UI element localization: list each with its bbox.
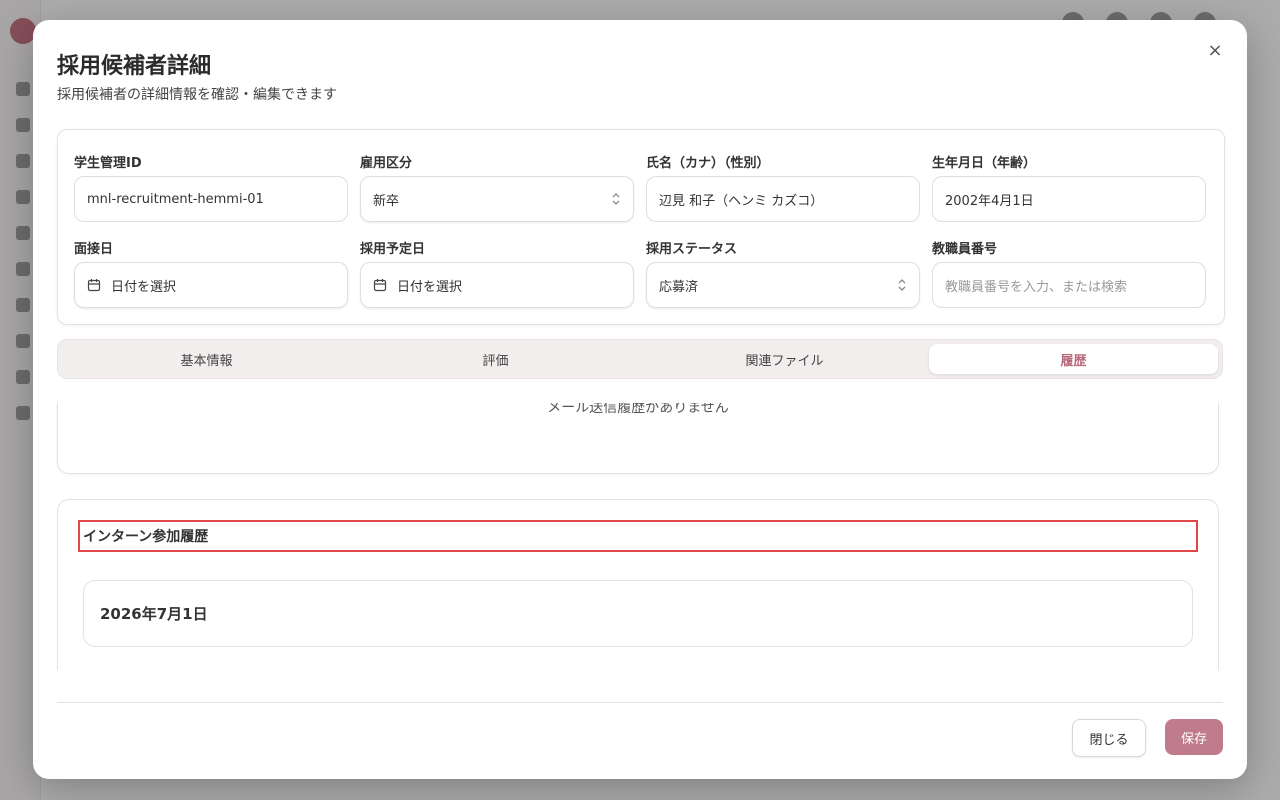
intern-history-date: 2026年7月1日 [100, 605, 208, 623]
tab-history[interactable]: 履歴 [929, 344, 1218, 374]
interview-date-label: 面接日 [74, 242, 114, 257]
student-id-field: 学生管理ID mnl-recruitment-hemmi-01 [74, 152, 348, 222]
name-value: 辺見 和子（ヘンミ カズコ） [659, 193, 824, 209]
close-button[interactable]: 閉じる [1072, 719, 1146, 757]
name-input[interactable]: 辺見 和子（ヘンミ カズコ） [646, 176, 920, 222]
staff-number-field: 教職員番号 教職員番号を入力、または検索 [932, 238, 1206, 308]
employment-type-value: 新卒 [373, 193, 400, 209]
hiring-status-select[interactable]: 応募済 [646, 262, 920, 308]
student-id-label: 学生管理ID [74, 156, 142, 171]
birthdate-field: 生年月日（年齢） 2002年4月1日 [932, 152, 1206, 222]
tab-basic-info[interactable]: 基本情報 [62, 344, 351, 374]
close-icon[interactable]: × [1203, 38, 1227, 62]
modal-description: 採用候補者の詳細情報を確認・編集できます [57, 87, 337, 103]
intern-history-title: インターン参加履歴 [78, 520, 1198, 552]
candidate-form-card: 学生管理ID mnl-recruitment-hemmi-01 雇用区分 新卒 … [57, 129, 1225, 325]
birthdate-value: 2002年4月1日 [945, 193, 1034, 209]
name-field: 氏名（カナ）（性別） 辺見 和子（ヘンミ カズコ） [646, 152, 920, 222]
birthdate-input[interactable]: 2002年4月1日 [932, 176, 1206, 222]
candidate-detail-modal: × 採用候補者詳細 採用候補者の詳細情報を確認・編集できます 学生管理ID mn… [33, 20, 1247, 779]
planned-hire-date-placeholder: 日付を選択 [397, 279, 463, 295]
calendar-icon [87, 279, 101, 292]
staff-number-label: 教職員番号 [932, 242, 998, 257]
mail-history-empty-text: メール送信履歴がありません [547, 403, 729, 416]
tab-related-files[interactable]: 関連ファイル [640, 344, 929, 374]
student-id-value: mnl-recruitment-hemmi-01 [87, 191, 264, 207]
detail-tabs: 基本情報 評価 関連ファイル 履歴 [57, 339, 1223, 379]
planned-hire-date-field: 採用予定日 日付を選択 [360, 238, 634, 308]
hiring-status-field: 採用ステータス 応募済 [646, 238, 920, 308]
interview-date-placeholder: 日付を選択 [111, 279, 177, 295]
intern-history-card: インターン参加履歴 2026年7月1日 [57, 499, 1219, 670]
hiring-status-label: 採用ステータス [646, 242, 738, 257]
staff-number-placeholder: 教職員番号を入力、または検索 [945, 279, 1128, 295]
employment-type-label: 雇用区分 [360, 156, 413, 171]
mail-history-card: メール送信履歴がありません [57, 403, 1219, 474]
name-label: 氏名（カナ）（性別） [646, 156, 770, 171]
hiring-status-value: 応募済 [659, 279, 699, 295]
student-id-input[interactable]: mnl-recruitment-hemmi-01 [74, 176, 348, 222]
calendar-icon [373, 279, 387, 292]
interview-date-field: 面接日 日付を選択 [74, 238, 348, 308]
birthdate-label: 生年月日（年齢） [932, 156, 1037, 171]
tab-evaluation[interactable]: 評価 [351, 344, 640, 374]
chevron-up-down-icon [897, 278, 907, 292]
modal-title: 採用候補者詳細 [57, 54, 212, 79]
staff-number-input[interactable]: 教職員番号を入力、または検索 [932, 262, 1206, 308]
interview-date-picker[interactable]: 日付を選択 [74, 262, 348, 308]
save-button[interactable]: 保存 [1165, 719, 1223, 755]
intern-history-item[interactable]: 2026年7月1日 [83, 580, 1193, 647]
planned-hire-date-picker[interactable]: 日付を選択 [360, 262, 634, 308]
planned-hire-date-label: 採用予定日 [360, 242, 426, 257]
employment-type-select[interactable]: 新卒 [360, 176, 634, 222]
footer-divider [57, 702, 1223, 703]
employment-type-field: 雇用区分 新卒 [360, 152, 634, 222]
chevron-up-down-icon [611, 192, 621, 206]
